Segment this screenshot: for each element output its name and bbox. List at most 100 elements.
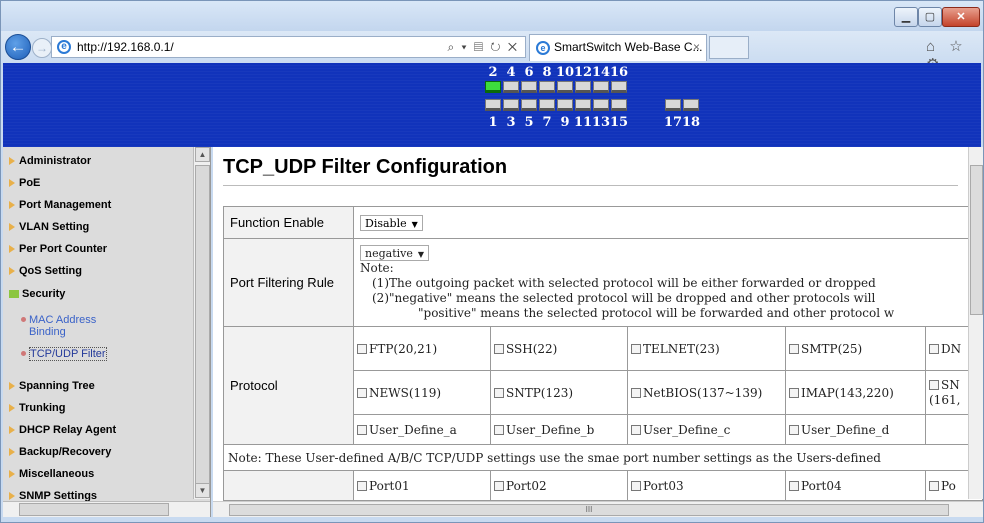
sidebar-subitem-mac-address-binding[interactable]: MAC Address Binding — [21, 314, 129, 338]
address-bar[interactable]: e http://192.168.0.1/ ⌕ ▾ ▤ ↻ ✕ — [51, 36, 526, 58]
checkbox-icon[interactable] — [929, 480, 939, 491]
checkbox-icon[interactable] — [357, 424, 367, 435]
sidebar-item-qos-setting[interactable]: QoS Setting — [9, 265, 82, 277]
port-4-icon[interactable] — [503, 81, 519, 93]
protocol-cell[interactable]: SMTP(25) — [785, 326, 926, 371]
protocol-cell[interactable]: User_Define_c — [627, 414, 786, 445]
protocol-cell[interactable]: FTP(20,21) — [353, 326, 491, 371]
sidebar-item-per-port-counter[interactable]: Per Port Counter — [9, 243, 107, 255]
port-5-icon[interactable] — [521, 99, 537, 111]
port-10-icon[interactable] — [557, 81, 573, 93]
port-number-label: 10 — [555, 65, 575, 80]
sidebar-item-miscellaneous[interactable]: Miscellaneous — [9, 468, 94, 480]
main-content: TCP_UDP Filter Configuration Function En… — [213, 147, 983, 517]
port-cell[interactable]: Port03 — [627, 470, 786, 501]
port-8-icon[interactable] — [539, 81, 555, 93]
protocol-cell[interactable]: User_Define_a — [353, 414, 491, 445]
port-17-icon[interactable] — [665, 99, 681, 111]
port-12-icon[interactable] — [575, 81, 591, 93]
checkbox-icon[interactable] — [789, 424, 799, 435]
protocol-cell[interactable]: SSH(22) — [490, 326, 628, 371]
minimize-button[interactable]: ▁ — [894, 7, 918, 27]
sidebar-hscroll-thumb[interactable] — [19, 503, 169, 516]
checkbox-icon[interactable] — [494, 480, 504, 491]
folder-open-icon — [9, 290, 19, 299]
sidebar-item-dhcp-relay-agent[interactable]: DHCP Relay Agent — [9, 424, 116, 436]
port-13-icon[interactable] — [593, 99, 609, 111]
maximize-button[interactable]: ▢ — [918, 7, 942, 27]
sidebar-item-security[interactable]: Security — [9, 288, 65, 300]
checkbox-icon[interactable] — [929, 379, 939, 390]
port-filtering-label: Port Filtering Rule — [223, 238, 354, 327]
sidebar-hscrollbar[interactable] — [3, 501, 210, 517]
port-cell[interactable]: Port01 — [353, 470, 491, 501]
checkbox-icon[interactable] — [631, 343, 641, 354]
port-6-icon[interactable] — [521, 81, 537, 93]
checkbox-icon[interactable] — [357, 480, 367, 491]
port-11-icon[interactable] — [575, 99, 591, 111]
checkbox-icon[interactable] — [494, 387, 504, 398]
port-16-icon[interactable] — [611, 81, 627, 93]
scroll-up-icon[interactable]: ▲ — [195, 147, 210, 162]
protocol-cell[interactable]: TELNET(23) — [627, 326, 786, 371]
port-number-label: 1 — [488, 115, 498, 130]
sidebar-item-administrator[interactable]: Administrator — [9, 155, 91, 167]
protocol-cell[interactable]: User_Define_b — [490, 414, 628, 445]
port-number-label: 7 — [542, 115, 552, 130]
forward-button[interactable]: → — [32, 38, 52, 58]
port-cell[interactable]: Port04 — [785, 470, 926, 501]
sidebar-item-port-management[interactable]: Port Management — [9, 199, 111, 211]
sidebar-item-poe[interactable]: PoE — [9, 177, 40, 189]
sidebar-scroll-thumb[interactable] — [195, 165, 210, 485]
checkbox-icon[interactable] — [631, 424, 641, 435]
tab-close-icon[interactable]: × — [693, 35, 700, 60]
sidebar-item-vlan-setting[interactable]: VLAN Setting — [9, 221, 89, 233]
arrow-right-icon — [9, 201, 15, 210]
sidebar-item-backup-recovery[interactable]: Backup/Recovery — [9, 446, 111, 458]
port-9-icon[interactable] — [557, 99, 573, 111]
checkbox-icon[interactable] — [357, 387, 367, 398]
port-cell[interactable]: Port02 — [490, 470, 628, 501]
protocol-cell[interactable]: IMAP(143,220) — [785, 370, 926, 415]
note-line-1: (1)The outgoing packet with selected pro… — [372, 275, 876, 290]
close-button[interactable]: ✕ — [942, 7, 980, 27]
tab-smartswitch[interactable]: e SmartSwitch Web-Base C... × — [529, 34, 707, 61]
sidebar-item-spanning-tree[interactable]: Spanning Tree — [9, 380, 95, 392]
back-button[interactable]: ← — [5, 34, 31, 60]
port-filtering-select[interactable]: negative ▼ — [360, 244, 430, 261]
port-14-icon[interactable] — [593, 81, 609, 93]
checkbox-icon[interactable] — [789, 343, 799, 354]
protocol-cell[interactable]: User_Define_d — [785, 414, 926, 445]
protocol-cell[interactable]: NEWS(119) — [353, 370, 491, 415]
checkbox-icon[interactable] — [789, 387, 799, 398]
content-scrollbar[interactable] — [968, 147, 983, 499]
port-18-icon[interactable] — [683, 99, 699, 111]
checkbox-icon[interactable] — [494, 424, 504, 435]
content-scroll-thumb[interactable] — [970, 165, 983, 315]
content-hscroll-thumb[interactable]: III — [229, 504, 949, 516]
port-number-label: 2 — [488, 65, 498, 80]
port-15-icon[interactable] — [611, 99, 627, 111]
protocol-cell[interactable]: SNTP(123) — [490, 370, 628, 415]
port-2-icon[interactable] — [485, 81, 501, 93]
checkbox-icon[interactable] — [494, 343, 504, 354]
checkbox-icon[interactable] — [929, 343, 939, 354]
port-7-icon[interactable] — [539, 99, 555, 111]
checkbox-icon[interactable] — [631, 480, 641, 491]
checkbox-icon[interactable] — [357, 343, 367, 354]
new-tab-button[interactable] — [709, 36, 749, 59]
checkbox-icon[interactable] — [631, 387, 641, 398]
content-hscrollbar[interactable]: III — [213, 501, 983, 517]
address-tools[interactable]: ⌕ ▾ ▤ ↻ ✕ — [448, 37, 520, 57]
bullet-icon — [21, 351, 26, 356]
port-number-label: 18 — [681, 115, 701, 130]
port-3-icon[interactable] — [503, 99, 519, 111]
checkbox-icon[interactable] — [789, 480, 799, 491]
function-enable-select[interactable]: Disable ▼ — [360, 214, 423, 231]
protocol-cell[interactable]: NetBIOS(137~139) — [627, 370, 786, 415]
sidebar-item-trunking[interactable]: Trunking — [9, 402, 65, 414]
scroll-down-icon[interactable]: ▼ — [195, 483, 210, 498]
sidebar-subitem-tcp-udp-filter[interactable]: TCP/UDP Filter — [21, 347, 129, 361]
sidebar-scrollbar[interactable]: ▲ ▼ — [193, 147, 210, 499]
port-1-icon[interactable] — [485, 99, 501, 111]
